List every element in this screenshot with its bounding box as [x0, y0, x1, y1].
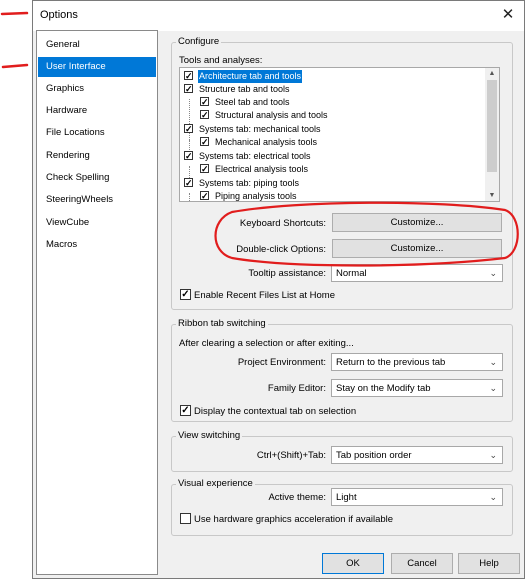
annotation-underline-options — [0, 11, 29, 16]
annotation-overlay — [0, 11, 519, 267]
annotation-underline-user-interface — [1, 63, 29, 69]
annotation-circle-customize — [214, 201, 519, 267]
